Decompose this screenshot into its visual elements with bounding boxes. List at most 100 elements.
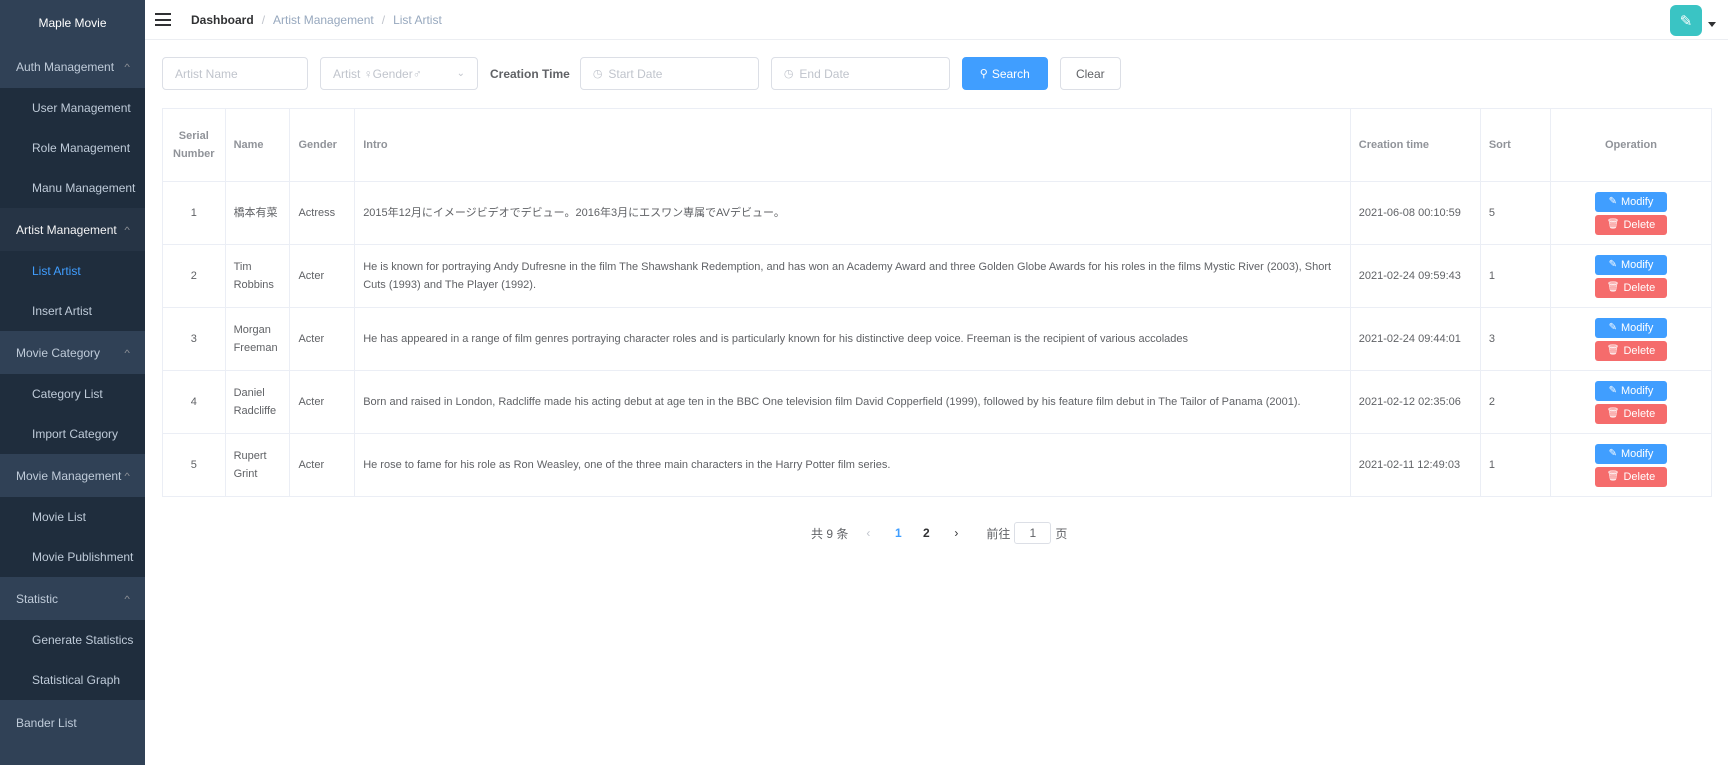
artist-name-placeholder: Artist Name (175, 66, 238, 81)
cell-gender: Acter (289, 307, 356, 371)
sidebar-item-statistical-graph[interactable]: Statistical Graph (0, 660, 145, 700)
sidebar-item-insert-artist[interactable]: Insert Artist (0, 291, 145, 331)
menu-group-label: Bander List (16, 715, 77, 730)
cell-sort: 1 (1480, 433, 1551, 497)
edit-icon: ✎ (1608, 321, 1617, 333)
menu-group-label: Auth Management (16, 59, 115, 74)
cell-serial: 4 (162, 370, 226, 434)
cell-gender: Acter (289, 370, 356, 434)
avatar[interactable]: ✎ (1670, 5, 1702, 36)
hamburger-menu-icon[interactable] (155, 13, 171, 26)
cell-intro: Born and raised in London, Radcliffe mad… (354, 370, 1351, 434)
modify-label: Modify (1620, 258, 1654, 271)
cell-creation-time: 2021-02-24 09:59:43 (1350, 244, 1481, 308)
table-row: 4 Daniel Radcliffe Acter Born and raised… (162, 370, 1713, 434)
breadcrumb: Dashboard / Artist Management / List Art… (191, 13, 442, 27)
page-button-2[interactable]: 2 (912, 526, 940, 540)
cell-operation: ✎ Modify 🗑 Delete (1550, 244, 1713, 308)
brand-title[interactable]: Maple Movie (0, 0, 145, 45)
menu-group-movie-category[interactable]: Movie Category ^ (0, 331, 145, 374)
breadcrumb-dashboard[interactable]: Dashboard (191, 13, 254, 27)
sidebar-item-role-management[interactable]: Role Management (0, 128, 145, 168)
artist-name-input[interactable]: Artist Name (162, 57, 308, 90)
menu-group-movie-management[interactable]: Movie Management ^ (0, 454, 145, 497)
menu-group-artist-management[interactable]: Artist Management ^ (0, 208, 145, 251)
cell-serial: 2 (162, 244, 226, 308)
modify-button[interactable]: ✎ Modify (1594, 443, 1667, 464)
start-date-picker[interactable]: ◷ Start Date (579, 57, 759, 90)
chevron-up-icon: ^ (124, 61, 130, 72)
delete-button[interactable]: 🗑 Delete (1594, 277, 1667, 298)
pagination: 共 9 条 ‹ 1 2 › 前往 1 页 (811, 522, 1067, 544)
start-date-placeholder: Start Date (608, 66, 663, 81)
caret-down-icon[interactable] (1708, 22, 1716, 27)
chevron-up-icon: ^ (124, 593, 130, 604)
modify-button[interactable]: ✎ Modify (1594, 317, 1667, 338)
menu-group-statistic[interactable]: Statistic ^ (0, 577, 145, 620)
chevron-up-icon: ^ (124, 347, 130, 358)
trash-icon: 🗑 (1606, 281, 1620, 293)
chevron-up-icon: ^ (124, 470, 130, 481)
menu-group-auth-management[interactable]: Auth Management ^ (0, 45, 145, 88)
search-button[interactable]: ⚲ Search (961, 57, 1048, 90)
trash-icon: 🗑 (1606, 344, 1620, 356)
sidebar-item-list-artist[interactable]: List Artist (0, 251, 145, 291)
cell-serial: 1 (162, 181, 226, 245)
menu-group-bander-list[interactable]: Bander List (0, 700, 145, 745)
delete-button[interactable]: 🗑 Delete (1594, 466, 1667, 487)
cell-operation: ✎ Modify 🗑 Delete (1550, 433, 1713, 497)
trash-icon: 🗑 (1606, 218, 1620, 230)
cell-name: Tim Robbins (225, 244, 291, 308)
sidebar: Maple Movie Auth Management ^ User Manag… (0, 0, 145, 765)
end-date-picker[interactable]: ◷ End Date (770, 57, 950, 90)
delete-label: Delete (1623, 281, 1656, 294)
modify-label: Modify (1620, 321, 1654, 334)
cell-intro: He has appeared in a range of film genre… (354, 307, 1351, 371)
cell-creation-time: 2021-02-24 09:44:01 (1350, 307, 1481, 371)
sidebar-item-manu-management[interactable]: Manu Management (0, 168, 145, 208)
sidebar-item-category-list[interactable]: Category List (0, 374, 145, 414)
clock-icon: ◷ (592, 68, 603, 80)
sidebar-item-movie-list[interactable]: Movie List (0, 497, 145, 537)
cell-sort: 1 (1480, 244, 1551, 308)
table-row: 3 Morgan Freeman Acter He has appeared i… (162, 307, 1713, 371)
search-icon: ⚲ (979, 68, 988, 80)
delete-label: Delete (1623, 218, 1656, 231)
table-row: 2 Tim Robbins Acter He is known for port… (162, 244, 1713, 308)
modify-button[interactable]: ✎ Modify (1594, 380, 1667, 401)
cell-intro: He is known for portraying Andy Dufresne… (354, 244, 1351, 308)
chevron-up-icon: ^ (124, 224, 130, 235)
cell-intro: 2015年12月にイメージビデオでデビュー。2016年3月にエスワン専属でAVデ… (354, 181, 1351, 245)
header-operation: Operation (1550, 108, 1713, 182)
pagination-goto: 前往 1 页 (986, 522, 1067, 544)
modify-label: Modify (1620, 447, 1654, 460)
gender-select[interactable]: Artist ♀Gender♂ ⌄ (320, 57, 478, 90)
delete-label: Delete (1623, 407, 1656, 420)
modify-button[interactable]: ✎ Modify (1594, 191, 1667, 212)
chevron-right-icon[interactable]: › (954, 526, 958, 540)
header-sort: Sort (1480, 108, 1551, 182)
page-button-1[interactable]: 1 (884, 526, 912, 540)
delete-button[interactable]: 🗑 Delete (1594, 340, 1667, 361)
search-button-label: Search (991, 66, 1030, 81)
cell-intro: He rose to fame for his role as Ron Weas… (354, 433, 1351, 497)
menu-group-label: Movie Category (16, 345, 101, 360)
edit-icon: ✎ (1608, 258, 1617, 270)
sidebar-item-movie-publishment[interactable]: Movie Publishment (0, 537, 145, 577)
sidebar-item-user-management[interactable]: User Management (0, 88, 145, 128)
brush-icon: ✎ (1679, 12, 1693, 30)
trash-icon: 🗑 (1606, 470, 1620, 482)
sidebar-item-import-category[interactable]: Import Category (0, 414, 145, 454)
goto-suffix: 页 (1055, 526, 1068, 541)
goto-page-input[interactable]: 1 (1014, 522, 1052, 544)
cell-creation-time: 2021-06-08 00:10:59 (1350, 181, 1481, 245)
cell-operation: ✎ Modify 🗑 Delete (1550, 370, 1713, 434)
breadcrumb-list-artist: List Artist (393, 12, 442, 27)
chevron-left-icon[interactable]: ‹ (866, 526, 870, 540)
delete-button[interactable]: 🗑 Delete (1594, 214, 1667, 235)
sidebar-item-generate-statistics[interactable]: Generate Statistics (0, 620, 145, 660)
clear-button[interactable]: Clear (1059, 57, 1121, 90)
cell-gender: Actress (289, 181, 356, 245)
modify-button[interactable]: ✎ Modify (1594, 254, 1667, 275)
delete-button[interactable]: 🗑 Delete (1594, 403, 1667, 424)
